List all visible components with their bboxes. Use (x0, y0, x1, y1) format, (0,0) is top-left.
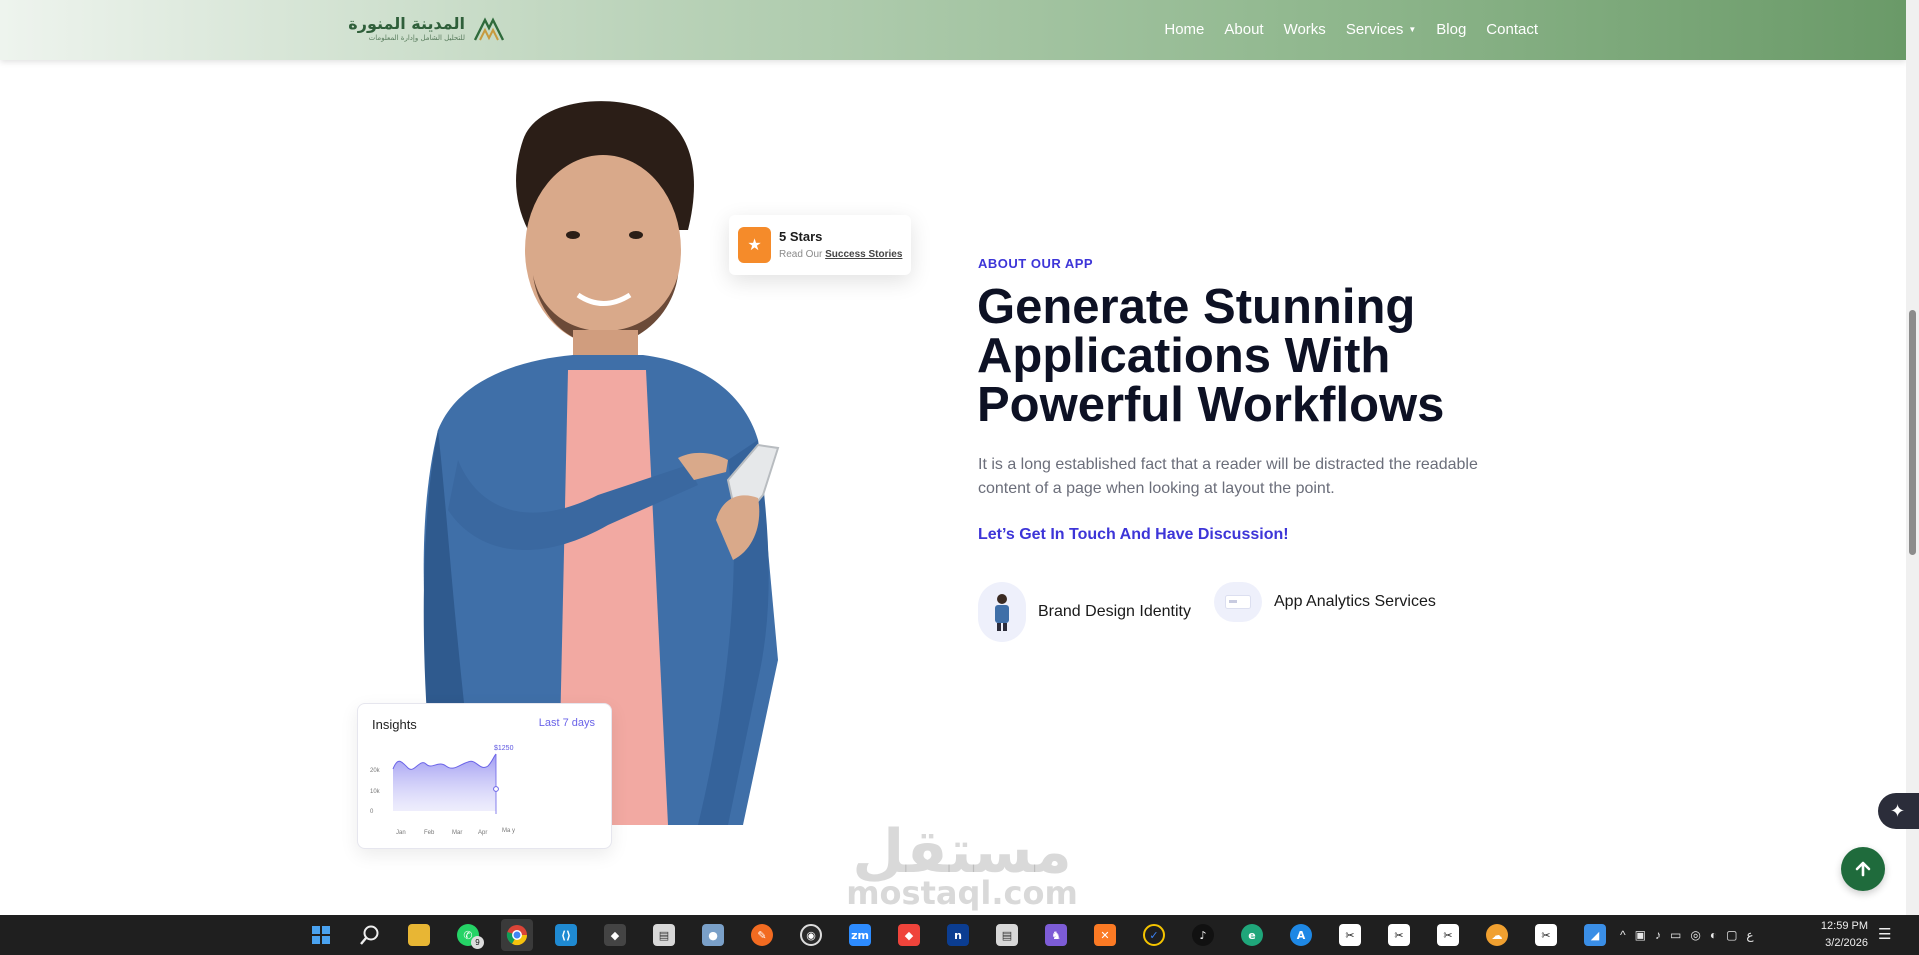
nav-about[interactable]: About (1224, 21, 1263, 38)
person-avatar-icon (978, 582, 1026, 642)
file-explorer-icon[interactable] (403, 919, 435, 951)
insights-range[interactable]: Last 7 days (539, 717, 595, 729)
app-icon[interactable]: ▤ (648, 919, 680, 951)
page-scrollbar[interactable] (1906, 0, 1919, 915)
cube-app-icon[interactable]: ◆ (599, 919, 631, 951)
xampp-icon[interactable]: ✕ (1089, 919, 1121, 951)
caret-down-icon: ▼ (1408, 24, 1417, 34)
capcut-icon[interactable]: ✂ (1432, 919, 1464, 951)
contact-cta-link[interactable]: Let’s Get In Touch And Have Discussion! (978, 526, 1289, 544)
feature-app-analytics[interactable]: App Analytics Services (1214, 582, 1436, 622)
section-eyebrow: ABOUT OUR APP (978, 256, 1094, 271)
page-title: Generate Stunning Applications With Powe… (977, 280, 1445, 432)
app-icon[interactable]: ☁ (1481, 919, 1513, 951)
feature-label: App Analytics Services (1274, 593, 1436, 610)
app-icon[interactable]: ▤ (991, 919, 1023, 951)
analytics-card-icon (1214, 582, 1262, 622)
main-nav: Home About Works Services ▼ Blog Contact (1164, 0, 1538, 58)
edge-icon[interactable]: e (1236, 919, 1268, 951)
app-store-icon[interactable]: A (1285, 919, 1317, 951)
nav-contact[interactable]: Contact (1486, 21, 1538, 38)
logo-text: المدينة المنورة (348, 14, 465, 33)
chrome-icon[interactable] (501, 919, 533, 951)
notion-icon[interactable]: n (942, 919, 974, 951)
insights-card: Insights Last 7 days $1250 20k 10k 0 Jan… (357, 703, 612, 849)
insights-peak-label: $1250 (494, 745, 514, 752)
insights-x-tick: Ma y (502, 828, 515, 834)
nav-works[interactable]: Works (1284, 21, 1326, 38)
app-icon[interactable]: ♞ (1040, 919, 1072, 951)
capcut-icon[interactable]: ✂ (1383, 919, 1415, 951)
insights-title: Insights (372, 717, 417, 732)
whatsapp-icon[interactable]: ✆ 9 (452, 919, 484, 951)
logo-mark-icon (473, 17, 505, 41)
insights-x-tick: Apr (478, 830, 487, 836)
feature-label: Brand Design Identity (1038, 603, 1191, 620)
volume-icon[interactable]: ♪ (1655, 928, 1661, 942)
obs-icon[interactable]: ◉ (795, 919, 827, 951)
capcut-icon[interactable]: ✂ (1334, 919, 1366, 951)
chevron-up-icon[interactable]: ^ (1620, 928, 1626, 942)
star-icon: ★ (738, 227, 771, 263)
success-stories-link[interactable]: Success Stories (825, 249, 902, 260)
whatsapp-badge: 9 (471, 936, 484, 949)
sparkle-icon[interactable]: ✦ (1878, 793, 1919, 829)
stars-subtitle: Read Our Success Stories (779, 249, 903, 260)
stars-card: ★ 5 Stars Read Our Success Stories (729, 215, 911, 275)
language-indicator[interactable]: ع (1746, 928, 1753, 942)
taskbar-clock[interactable]: 12:59 PM 3/2/2026 (1800, 918, 1868, 952)
back-to-top-button[interactable] (1841, 847, 1885, 891)
taskbar-apps: ✆ 9 ⟨⟩ ◆ ▤ ● ✎ ◉ zm ◆ n ▤ ♞ ✕ ✓ ♪ e A ✂ … (305, 915, 1611, 955)
chrome-tray-icon[interactable]: ◎ (1690, 928, 1700, 942)
search-icon[interactable] (354, 919, 386, 951)
windows-taskbar: ✆ 9 ⟨⟩ ◆ ▤ ● ✎ ◉ zm ◆ n ▤ ♞ ✕ ✓ ♪ e A ✂ … (0, 915, 1919, 955)
capcut-icon[interactable]: ✂ (1530, 919, 1562, 951)
camera-icon[interactable]: ▢ (1726, 928, 1737, 942)
stars-title: 5 Stars (779, 229, 823, 244)
site-header: المدينة المنورة للتحليل الشامل وإدارة ال… (0, 0, 1906, 60)
site-logo[interactable]: المدينة المنورة للتحليل الشامل وإدارة ال… (348, 12, 505, 46)
app-icon[interactable]: ● (697, 919, 729, 951)
vscode-icon[interactable]: ⟨⟩ (550, 919, 582, 951)
zoom-icon[interactable]: zm (844, 919, 876, 951)
nav-services[interactable]: Services ▼ (1346, 21, 1416, 38)
check-app-icon[interactable]: ✓ (1138, 919, 1170, 951)
insights-y-tick: 20k (370, 768, 381, 774)
insights-x-tick: Jan (396, 830, 406, 836)
nav-blog[interactable]: Blog (1436, 21, 1466, 38)
app-icon[interactable]: ◢ (1579, 919, 1611, 951)
start-icon[interactable] (305, 919, 337, 951)
logo-subtext: للتحليل الشامل وإدارة المعلومات (368, 34, 465, 42)
brush-app-icon[interactable]: ✎ (746, 919, 778, 951)
anydesk-icon[interactable]: ◆ (893, 919, 925, 951)
insights-chart: $1250 20k 10k 0 Jan Feb Mar Apr Ma y (370, 745, 515, 836)
insights-x-tick: Feb (424, 830, 435, 836)
mostaql-watermark: مستقل mostaql.com (846, 817, 1078, 912)
insights-x-tick: Mar (452, 830, 462, 836)
feature-brand-design[interactable]: Brand Design Identity (978, 582, 1191, 642)
arrow-up-icon (1855, 861, 1871, 877)
tray-app-icon[interactable]: ◐ (1710, 928, 1717, 942)
insights-y-tick: 10k (370, 789, 381, 795)
nav-home[interactable]: Home (1164, 21, 1204, 38)
app-tray-icon[interactable]: ▣ (1635, 928, 1646, 942)
notification-icon[interactable]: ☰ (1878, 925, 1898, 945)
tiktok-icon[interactable]: ♪ (1187, 919, 1219, 951)
section-description: It is a long established fact that a rea… (978, 456, 1478, 497)
network-icon[interactable]: ▭ (1670, 928, 1681, 942)
system-tray: ^ ▣ ♪ ▭ ◎ ◐ ▢ ع (1620, 915, 1754, 955)
insights-y-tick: 0 (370, 809, 374, 815)
scrollbar-thumb[interactable] (1909, 310, 1916, 555)
